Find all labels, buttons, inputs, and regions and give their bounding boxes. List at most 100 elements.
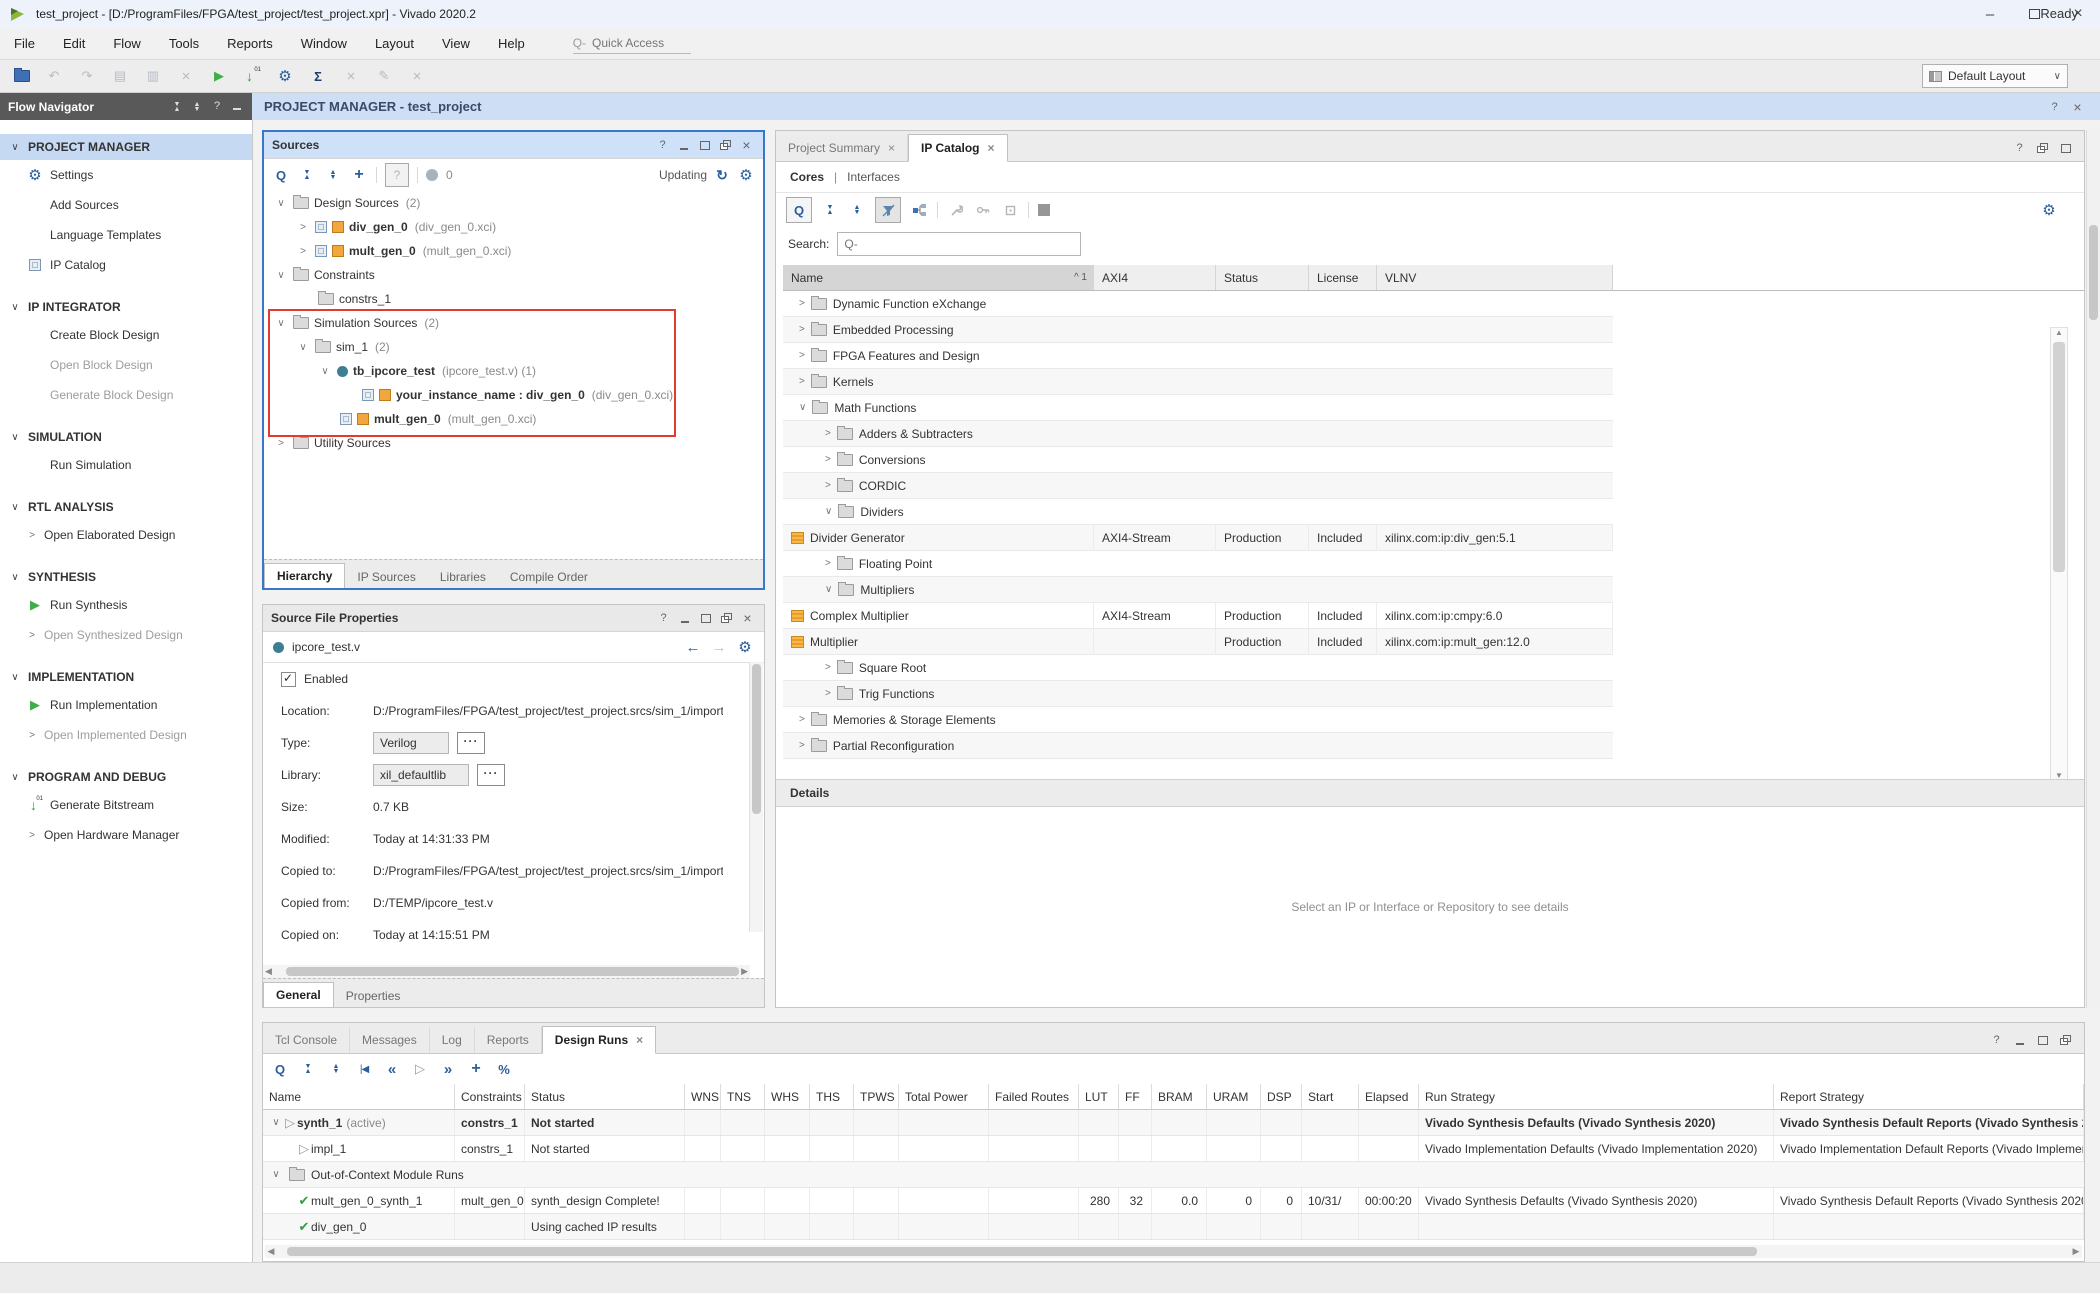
ip-category-row[interactable]: FPGA Features and Design: [783, 343, 1613, 369]
fn-item-open-hardware-manager[interactable]: Open Hardware Manager: [0, 820, 252, 850]
float-panel-icon[interactable]: [718, 610, 735, 626]
column-constraints[interactable]: Constraints: [455, 1084, 525, 1109]
menu-edit[interactable]: Edit: [49, 36, 99, 51]
tree-row-your-instance-name[interactable]: your_instance_name : div_gen_0(div_gen_0…: [264, 383, 763, 407]
fn-item-ip-catalog[interactable]: IP Catalog: [0, 250, 252, 280]
fn-item-generate-bitstream[interactable]: Generate Bitstream: [0, 790, 252, 820]
chevron-down-icon[interactable]: [274, 318, 288, 329]
column-name[interactable]: Name ^ 1: [783, 265, 1094, 290]
tab-messages[interactable]: Messages: [350, 1027, 430, 1053]
chevron-down-icon[interactable]: [318, 366, 332, 377]
fn-item-run-implementation[interactable]: Run Implementation: [0, 690, 252, 720]
column-run-strategy[interactable]: Run Strategy: [1419, 1084, 1774, 1109]
chevron-right-icon[interactable]: [296, 246, 310, 257]
chevron-right-icon[interactable]: [783, 454, 831, 465]
column-status[interactable]: Status: [1216, 265, 1309, 290]
type-browse-button[interactable]: [457, 732, 485, 754]
run-row-ooc-module-runs[interactable]: Out-of-Context Module Runs: [263, 1162, 2084, 1188]
vertical-scrollbar[interactable]: ▲ ▼: [2050, 327, 2068, 781]
column-name[interactable]: Name: [263, 1084, 455, 1109]
scroll-right-icon[interactable]: ▶: [739, 966, 750, 977]
details-toggle-icon[interactable]: [1038, 204, 1050, 216]
column-lut[interactable]: LUT: [1079, 1084, 1119, 1109]
column-ths[interactable]: THS: [810, 1084, 854, 1109]
menu-reports[interactable]: Reports: [213, 36, 287, 51]
ip-category-row[interactable]: Dividers: [783, 499, 1613, 525]
column-report-strategy[interactable]: Report Strategy: [1774, 1084, 2084, 1109]
column-elapsed[interactable]: Elapsed: [1359, 1084, 1419, 1109]
search-icon[interactable]: [271, 1060, 289, 1078]
chevron-right-icon[interactable]: [783, 428, 831, 439]
copy-icon[interactable]: [111, 67, 129, 85]
ip-category-row[interactable]: Embedded Processing: [783, 317, 1613, 343]
chevron-right-icon[interactable]: [783, 350, 805, 361]
fn-item-run-synthesis[interactable]: Run Synthesis: [0, 590, 252, 620]
view-cores[interactable]: Cores: [790, 170, 824, 184]
redo-icon[interactable]: [78, 67, 96, 85]
chevron-right-icon[interactable]: [783, 688, 831, 699]
ip-category-row[interactable]: Adders & Subtracters: [783, 421, 1613, 447]
chevron-down-icon[interactable]: [296, 342, 310, 353]
ip-search-input[interactable]: [837, 232, 1081, 256]
scroll-left-icon[interactable]: ◀: [263, 966, 274, 977]
ip-category-row[interactable]: Conversions: [783, 447, 1613, 473]
ip-row-divider-generator[interactable]: Divider Generator AXI4-Stream Production…: [783, 525, 1613, 551]
minimize-window-icon[interactable]: [1968, 1, 2012, 27]
section-header-synthesis[interactable]: SYNTHESIS: [0, 564, 252, 590]
library-field[interactable]: xil_defaultlib: [373, 764, 469, 786]
chevron-down-icon[interactable]: [783, 584, 832, 595]
utilization-icon[interactable]: [495, 1060, 513, 1078]
collapse-all-icon[interactable]: [170, 98, 184, 116]
chevron-right-icon[interactable]: [783, 662, 831, 673]
column-status[interactable]: Status: [525, 1084, 685, 1109]
fn-item-open-elaborated-design[interactable]: Open Elaborated Design: [0, 520, 252, 550]
fn-item-settings[interactable]: Settings: [0, 160, 252, 190]
tree-row-sim-mult-gen-0[interactable]: mult_gen_0(mult_gen_0.xci): [264, 407, 763, 431]
tree-row-design-sources[interactable]: Design Sources(2): [264, 191, 763, 215]
close-panel-icon[interactable]: [739, 610, 756, 626]
column-whs[interactable]: WHS: [765, 1084, 810, 1109]
ip-hierarchy-icon[interactable]: [910, 201, 928, 219]
expand-all-icon[interactable]: [327, 1060, 345, 1078]
column-vlnv[interactable]: VLNV: [1377, 265, 1613, 290]
chevron-down-icon[interactable]: [269, 1169, 283, 1180]
maximize-panel-icon[interactable]: [2057, 140, 2074, 156]
enabled-checkbox[interactable]: [281, 672, 296, 687]
library-browse-button[interactable]: [477, 764, 505, 786]
menu-view[interactable]: View: [428, 36, 484, 51]
float-panel-icon[interactable]: [2034, 140, 2051, 156]
close-tab-icon[interactable]: [888, 141, 895, 155]
chevron-right-icon[interactable]: [783, 376, 805, 387]
run-row-mult-gen-0-synth-1[interactable]: mult_gen_0_synth_1 mult_gen_0 synth_desi…: [263, 1188, 2084, 1214]
column-tpws[interactable]: TPWS: [854, 1084, 899, 1109]
chevron-right-icon[interactable]: [783, 714, 805, 725]
chevron-right-icon[interactable]: [274, 438, 288, 449]
quick-access-input[interactable]: [590, 35, 686, 51]
gear-icon[interactable]: [737, 166, 755, 184]
help-icon[interactable]: [1988, 1032, 2005, 1048]
scroll-right-icon[interactable]: ▶: [2070, 1246, 2082, 1257]
run-row-synth-1[interactable]: synth_1(active) constrs_1 Not started Vi…: [263, 1110, 2084, 1136]
help-icon[interactable]: [2011, 140, 2028, 156]
ip-status-icon[interactable]: ?: [385, 163, 409, 187]
chevron-right-icon[interactable]: [27, 830, 37, 841]
collapse-all-icon[interactable]: [298, 166, 316, 184]
tree-row-utility-sources[interactable]: Utility Sources: [264, 431, 763, 455]
sources-header[interactable]: Sources: [264, 132, 763, 159]
expand-all-icon[interactable]: [848, 201, 866, 219]
tab-compile-order[interactable]: Compile Order: [498, 566, 600, 588]
vertical-scrollbar[interactable]: [749, 662, 763, 932]
close-tab-icon[interactable]: [636, 1033, 643, 1047]
chevron-right-icon[interactable]: [27, 530, 37, 541]
column-total-power[interactable]: Total Power: [899, 1084, 989, 1109]
close-icon[interactable]: [2069, 99, 2086, 115]
chevron-right-icon[interactable]: [783, 480, 831, 491]
quick-access-search[interactable]: Q-: [573, 33, 691, 54]
paste-icon[interactable]: [144, 67, 162, 85]
scroll-left-icon[interactable]: ◀: [265, 1246, 277, 1257]
collapse-all-icon[interactable]: [821, 201, 839, 219]
ip-category-row[interactable]: Trig Functions: [783, 681, 1613, 707]
maximize-panel-icon[interactable]: [2034, 1032, 2051, 1048]
chevron-down-icon[interactable]: [783, 402, 806, 413]
menu-help[interactable]: Help: [484, 36, 539, 51]
